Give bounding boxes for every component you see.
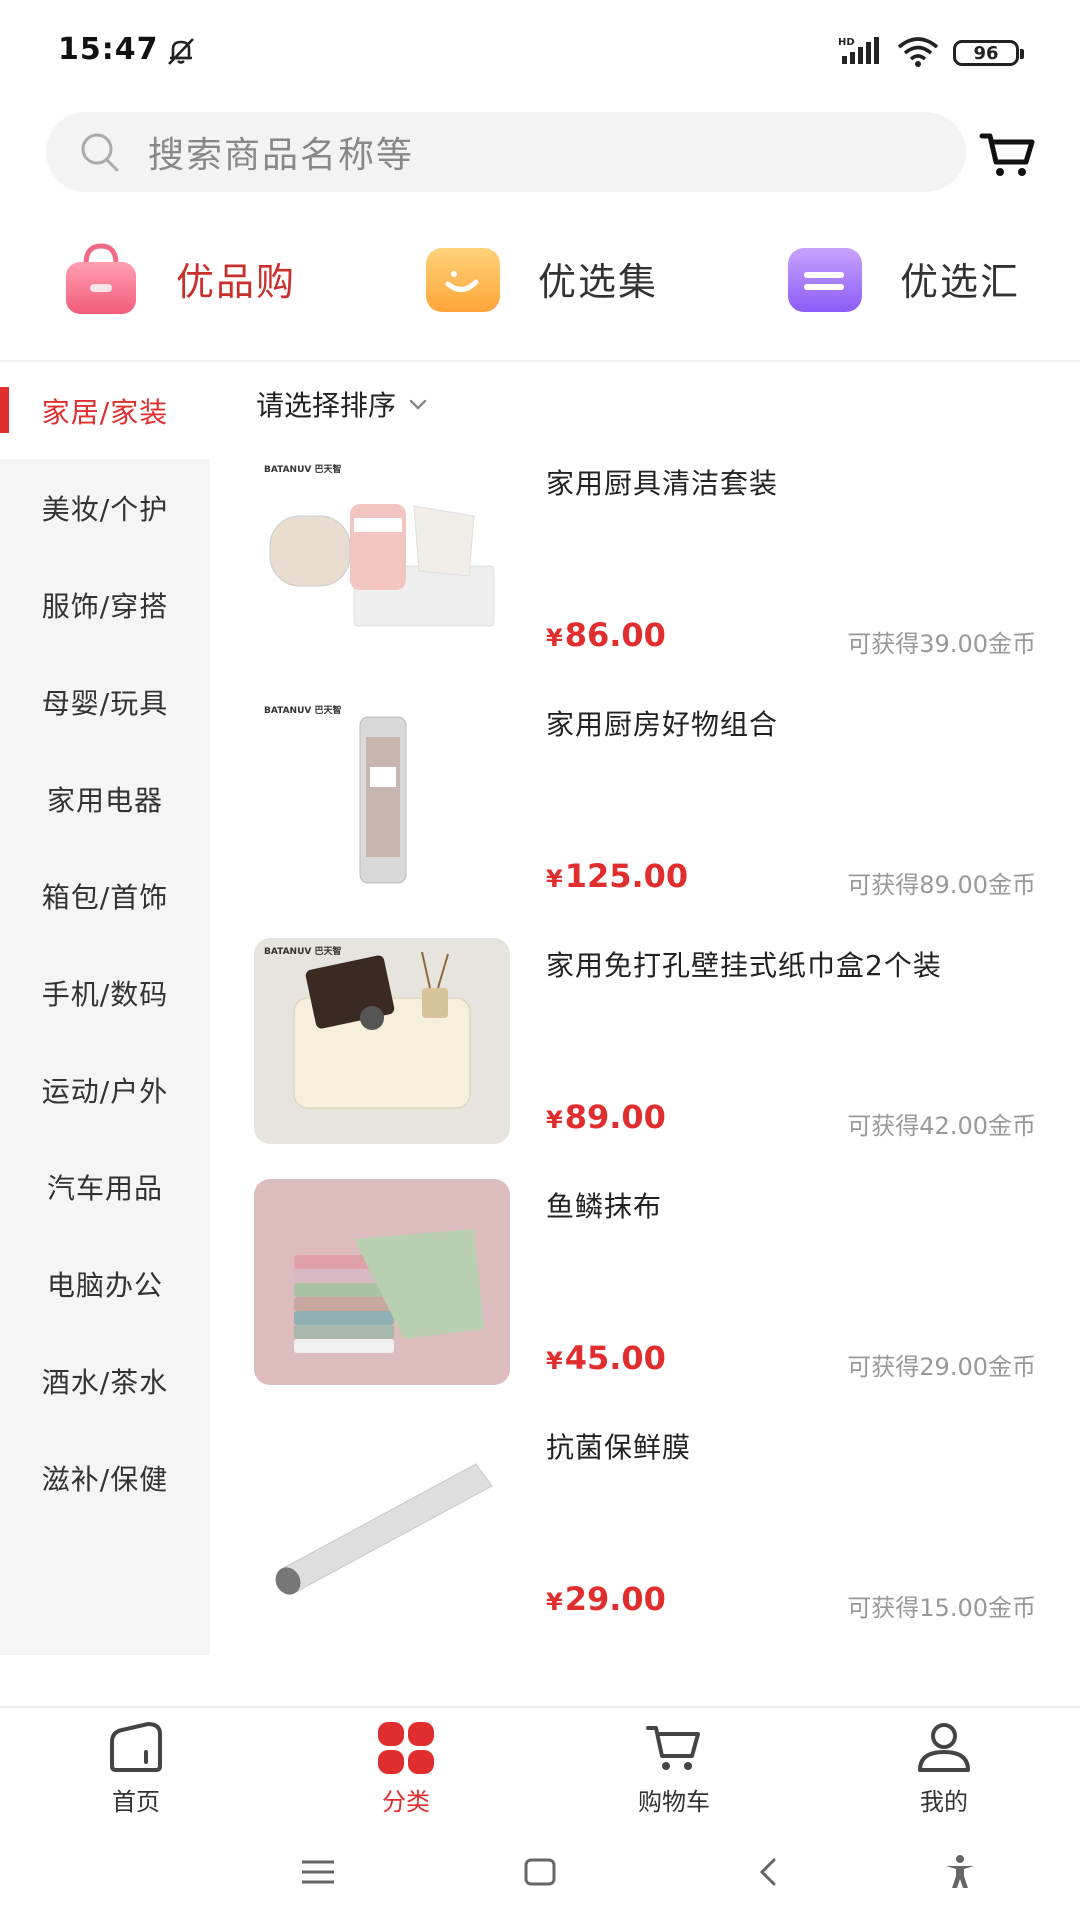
promo-row: 优品购 优选集 优选汇 <box>0 218 1080 358</box>
product-card[interactable]: BATANUV 巴天智 家用免打孔壁挂式纸巾盒2个装 ¥89.00 可获得42.… <box>254 938 1054 1144</box>
coins-reward: 可获得39.00金币 <box>847 630 1036 658</box>
price-value: 125.00 <box>564 857 689 895</box>
product-price: ¥125.00 <box>546 857 688 895</box>
search-icon <box>81 133 119 172</box>
price-value: 29.00 <box>564 1580 666 1618</box>
price-value: 89.00 <box>564 1098 666 1136</box>
product-image <box>254 1179 510 1385</box>
sidebar-item-beauty[interactable]: 美妆/个护 <box>0 459 210 556</box>
product-card[interactable]: BATANUV 巴天智 家用厨房好物组合 ¥125.00 可获得89.00金币 <box>254 697 1054 903</box>
cart-icon <box>646 1726 700 1770</box>
sidebar-item-home-decor[interactable]: 家居/家装 <box>0 362 210 459</box>
product-card[interactable]: BATANUV 巴天智 家用厨具清洁套装 ¥86.00 可获得39.00金币 <box>254 456 1054 662</box>
nav-label: 首页 <box>112 1788 160 1816</box>
sort-dropdown[interactable]: 请选择排序 <box>256 384 430 424</box>
coins-reward: 可获得29.00金币 <box>847 1353 1036 1381</box>
sidebar-item-apparel[interactable]: 服饰/穿搭 <box>0 556 210 653</box>
cart-icon[interactable] <box>978 124 1038 184</box>
list-icon <box>788 248 862 312</box>
nav-profile[interactable]: 我的 <box>884 1722 1004 1817</box>
svg-text:BATANUV 巴天智: BATANUV 巴天智 <box>264 463 341 475</box>
status-bar: 15:47 HD 96 <box>0 0 1080 100</box>
sidebar-item-computer-office[interactable]: 电脑办公 <box>0 1235 210 1332</box>
product-name: 家用厨具清洁套装 <box>546 467 779 500</box>
coins-reward: 可获得89.00金币 <box>847 871 1036 899</box>
back-icon[interactable] <box>748 1854 788 1890</box>
product-image: BATANUV 巴天智 <box>254 456 510 662</box>
shopping-bag-icon <box>66 243 136 314</box>
promo-label: 优选集 <box>538 259 659 304</box>
home-icon <box>110 1722 162 1772</box>
product-price: ¥29.00 <box>546 1580 666 1618</box>
promo-youxuanji[interactable]: 优选集 <box>418 228 658 328</box>
home-button-icon[interactable] <box>520 1854 560 1890</box>
category-grid-icon <box>378 1722 434 1774</box>
bottom-nav: 首页 分类 购物车 我的 <box>0 1706 1080 1818</box>
sort-label: 请选择排序 <box>256 389 397 422</box>
nav-category[interactable]: 分类 <box>346 1722 466 1817</box>
smile-icon <box>426 248 500 312</box>
sidebar-item-phones-digital[interactable]: 手机/数码 <box>0 944 210 1041</box>
product-image <box>254 1420 510 1626</box>
product-image: BATANUV 巴天智 <box>254 697 510 903</box>
promo-youpingou[interactable]: 优品购 <box>56 228 296 328</box>
product-name: 抗菌保鲜膜 <box>546 1431 692 1464</box>
sidebar-item-drinks-tea[interactable]: 酒水/茶水 <box>0 1332 210 1429</box>
status-time: 15:47 <box>58 32 159 67</box>
accessibility-icon[interactable] <box>940 1854 980 1890</box>
currency-symbol: ¥ <box>546 865 563 893</box>
sidebar-item-appliances[interactable]: 家用电器 <box>0 750 210 847</box>
sidebar-item-health[interactable]: 滋补/保健 <box>0 1429 210 1526</box>
price-value: 45.00 <box>564 1339 666 1377</box>
product-price: ¥86.00 <box>546 616 666 654</box>
product-card[interactable]: 鱼鳞抹布 ¥45.00 可获得29.00金币 <box>254 1179 1054 1385</box>
promo-youxuanhui[interactable]: 优选汇 <box>780 228 1020 328</box>
coins-reward: 可获得42.00金币 <box>847 1112 1036 1140</box>
price-value: 86.00 <box>564 616 666 654</box>
menu-icon[interactable] <box>298 1854 338 1890</box>
currency-symbol: ¥ <box>546 1347 563 1375</box>
coins-reward: 可获得15.00金币 <box>847 1594 1036 1622</box>
promo-label: 优选汇 <box>900 259 1021 304</box>
svg-text:BATANUV 巴天智: BATANUV 巴天智 <box>264 704 341 716</box>
battery-indicator: 96 <box>953 40 1024 66</box>
sidebar-item-baby-toys[interactable]: 母婴/玩具 <box>0 653 210 750</box>
product-name: 鱼鳞抹布 <box>546 1190 663 1223</box>
svg-text:HD: HD <box>838 37 855 48</box>
search-bar[interactable]: 搜索商品名称等 <box>46 112 966 192</box>
system-nav-bar <box>0 1818 1080 1920</box>
bell-off-icon <box>168 38 194 65</box>
nav-cart[interactable]: 购物车 <box>614 1722 734 1817</box>
user-icon <box>918 1723 970 1772</box>
nav-home[interactable]: 首页 <box>76 1722 196 1817</box>
svg-text:BATANUV 巴天智: BATANUV 巴天智 <box>264 945 341 957</box>
nav-label: 分类 <box>382 1788 430 1816</box>
product-card[interactable]: 抗菌保鲜膜 ¥29.00 可获得15.00金币 <box>254 1420 1054 1626</box>
signal-icon: HD <box>838 37 879 64</box>
product-name: 家用厨房好物组合 <box>546 708 779 741</box>
battery-level: 96 <box>973 42 999 64</box>
nav-label: 我的 <box>920 1788 968 1816</box>
promo-label: 优品购 <box>176 259 297 304</box>
product-price: ¥89.00 <box>546 1098 666 1136</box>
currency-symbol: ¥ <box>546 1588 563 1616</box>
wifi-icon <box>897 37 939 67</box>
product-price: ¥45.00 <box>546 1339 666 1377</box>
currency-symbol: ¥ <box>546 624 563 652</box>
sidebar-item-auto[interactable]: 汽车用品 <box>0 1138 210 1235</box>
chevron-down-icon <box>409 399 427 410</box>
currency-symbol: ¥ <box>546 1106 563 1134</box>
category-sidebar: 家居/家装 美妆/个护 服饰/穿搭 母婴/玩具 家用电器 箱包/首饰 手机/数码… <box>0 362 210 1655</box>
nav-label: 购物车 <box>638 1788 710 1816</box>
product-image: BATANUV 巴天智 <box>254 938 510 1144</box>
product-name: 家用免打孔壁挂式纸巾盒2个装 <box>546 949 942 982</box>
search-placeholder: 搜索商品名称等 <box>148 135 415 176</box>
sidebar-item-bags-jewelry[interactable]: 箱包/首饰 <box>0 847 210 944</box>
sidebar-item-sports-outdoor[interactable]: 运动/户外 <box>0 1041 210 1138</box>
